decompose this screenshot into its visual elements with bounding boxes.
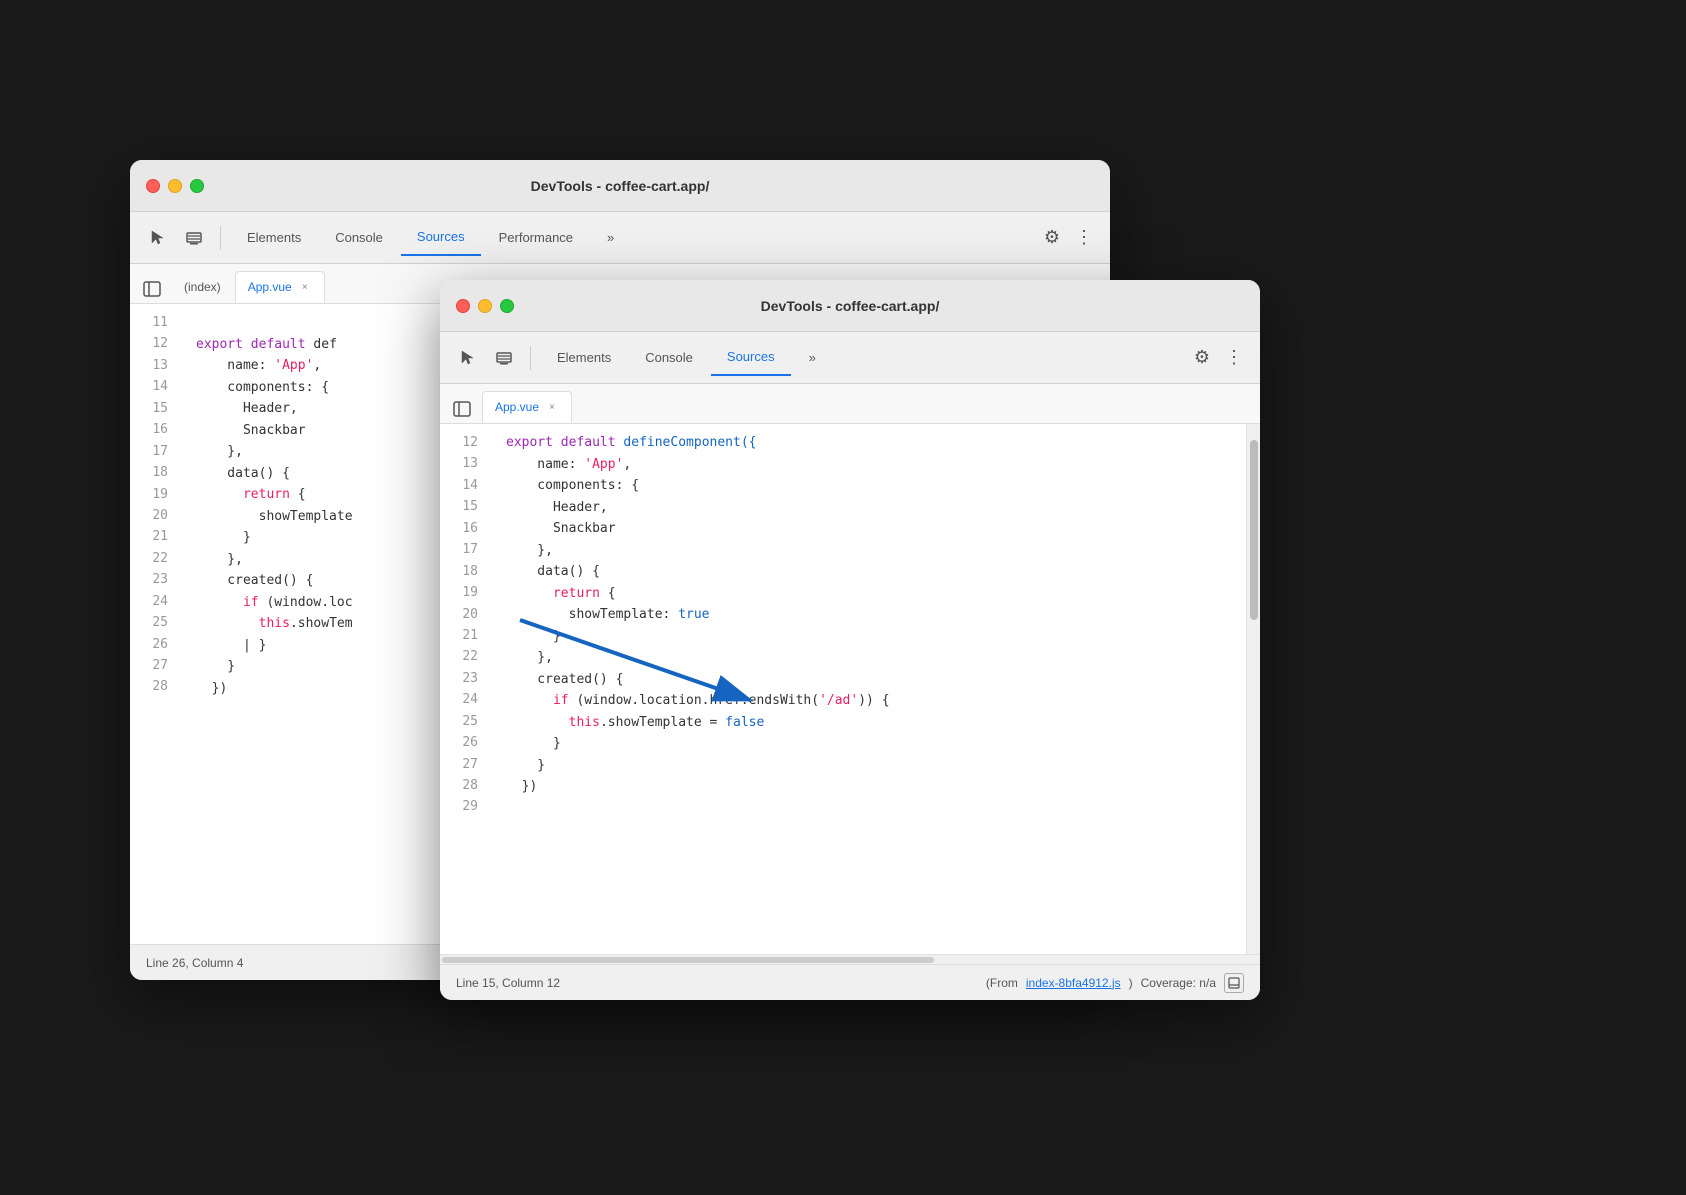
file-tab-close-front[interactable]: × [545,400,559,414]
file-tab-appvue-front[interactable]: App.vue × [482,391,572,423]
from-info: (From index-8bfa4912.js) Coverage: n/a [986,973,1244,993]
front-line-20: showTemplate: true [506,604,1230,626]
file-tab-appvue-back[interactable]: App.vue × [235,271,325,303]
tab-list-back: Elements Console Sources Performance » [231,220,1034,256]
tab-more-front[interactable]: » [793,340,832,376]
minimize-button-front[interactable] [478,299,492,313]
traffic-lights-back [146,179,204,193]
toolbar-separator-front [530,346,531,370]
maximize-button-front[interactable] [500,299,514,313]
front-line-19: return { [506,583,1230,605]
tab-sources-back[interactable]: Sources [401,220,481,256]
file-tabs-front: App.vue × [440,384,1260,424]
vertical-scrollbar-front[interactable] [1246,424,1260,954]
front-line-18: data() { [506,561,1230,583]
front-line-24: if (window.location.href.endsWith('/ad')… [506,690,1230,712]
drawer-icon[interactable] [1224,973,1244,993]
front-line-13: name: 'App', [506,454,1230,476]
close-button-front[interactable] [456,299,470,313]
horizontal-thumb-front [442,957,934,963]
line-numbers-front: 12 13 14 15 16 17 18 19 20 21 22 23 24 2… [440,432,490,946]
code-lines-front: export default defineComponent({ name: '… [490,432,1246,946]
window-title-front: DevTools - coffee-cart.app/ [761,298,940,314]
tab-performance-back[interactable]: Performance [483,220,589,256]
front-line-21: } [506,626,1230,648]
cursor-icon[interactable] [142,222,174,254]
front-line-25: this.showTemplate = false [506,712,1230,734]
front-line-15: Header, [506,497,1230,519]
editor-front: 12 13 14 15 16 17 18 19 20 21 22 23 24 2… [440,424,1246,954]
tab-console-front[interactable]: Console [629,340,709,376]
device-icon[interactable] [178,222,210,254]
horizontal-scrollbar-front[interactable] [440,954,1260,964]
device-icon-front[interactable] [488,342,520,374]
file-tab-close-back[interactable]: × [298,280,312,294]
toolbar-separator [220,226,221,250]
front-line-12: export default defineComponent({ [506,432,1230,454]
tab-list-front: Elements Console Sources » [541,340,1184,376]
more-icon-back[interactable]: ⋮ [1070,224,1098,252]
front-line-23: created() { [506,669,1230,691]
front-line-16: Snackbar [506,518,1230,540]
front-line-29 [506,798,1230,820]
title-bar-back: DevTools - coffee-cart.app/ [130,160,1110,212]
traffic-lights-front [456,299,514,313]
file-tab-index-back[interactable]: (index) [172,271,233,303]
tab-elements-front[interactable]: Elements [541,340,627,376]
settings-icon-back[interactable]: ⚙ [1038,224,1066,252]
front-line-27: } [506,755,1230,777]
maximize-button-back[interactable] [190,179,204,193]
front-line-17: }, [506,540,1230,562]
status-from-label: (From [986,976,1018,990]
tab-more-back[interactable]: » [591,220,630,256]
settings-icon-front[interactable]: ⚙ [1188,344,1216,372]
status-position-front: Line 15, Column 12 [456,976,560,990]
sidebar-toggle-back[interactable] [138,275,166,303]
front-line-28: }) [506,776,1230,798]
source-file-link[interactable]: index-8bfa4912.js [1026,976,1121,990]
front-line-22: }, [506,647,1230,669]
code-content-front: 12 13 14 15 16 17 18 19 20 21 22 23 24 2… [440,424,1246,954]
close-button-back[interactable] [146,179,160,193]
tab-elements-back[interactable]: Elements [231,220,317,256]
coverage-label: Coverage: n/a [1141,976,1216,990]
tab-console-back[interactable]: Console [319,220,399,256]
sidebar-toggle-front[interactable] [448,395,476,423]
cursor-icon-front[interactable] [452,342,484,374]
scrollbar-thumb-front [1250,440,1258,620]
more-icon-front[interactable]: ⋮ [1220,344,1248,372]
front-line-26: } [506,733,1230,755]
toolbar-right-back: ⚙ ⋮ [1038,224,1098,252]
toolbar-right-front: ⚙ ⋮ [1188,344,1248,372]
front-line-14: components: { [506,475,1230,497]
toolbar-front: Elements Console Sources » ⚙ ⋮ [440,332,1260,384]
toolbar-back: Elements Console Sources Performance » ⚙… [130,212,1110,264]
status-bar-front: Line 15, Column 12 (From index-8bfa4912.… [440,964,1260,1000]
code-section-front: 12 13 14 15 16 17 18 19 20 21 22 23 24 2… [440,424,1260,954]
status-position-back: Line 26, Column 4 [146,956,243,970]
title-bar-front: DevTools - coffee-cart.app/ [440,280,1260,332]
minimize-button-back[interactable] [168,179,182,193]
line-numbers-back: 11 12 13 14 15 16 17 18 19 20 21 22 23 2… [130,312,180,936]
editor-main-front: 12 13 14 15 16 17 18 19 20 21 22 23 24 2… [440,424,1260,1000]
tab-sources-front[interactable]: Sources [711,340,791,376]
window-title-back: DevTools - coffee-cart.app/ [531,178,710,194]
devtools-window-front: DevTools - coffee-cart.app/ Elements Con… [440,280,1260,1000]
